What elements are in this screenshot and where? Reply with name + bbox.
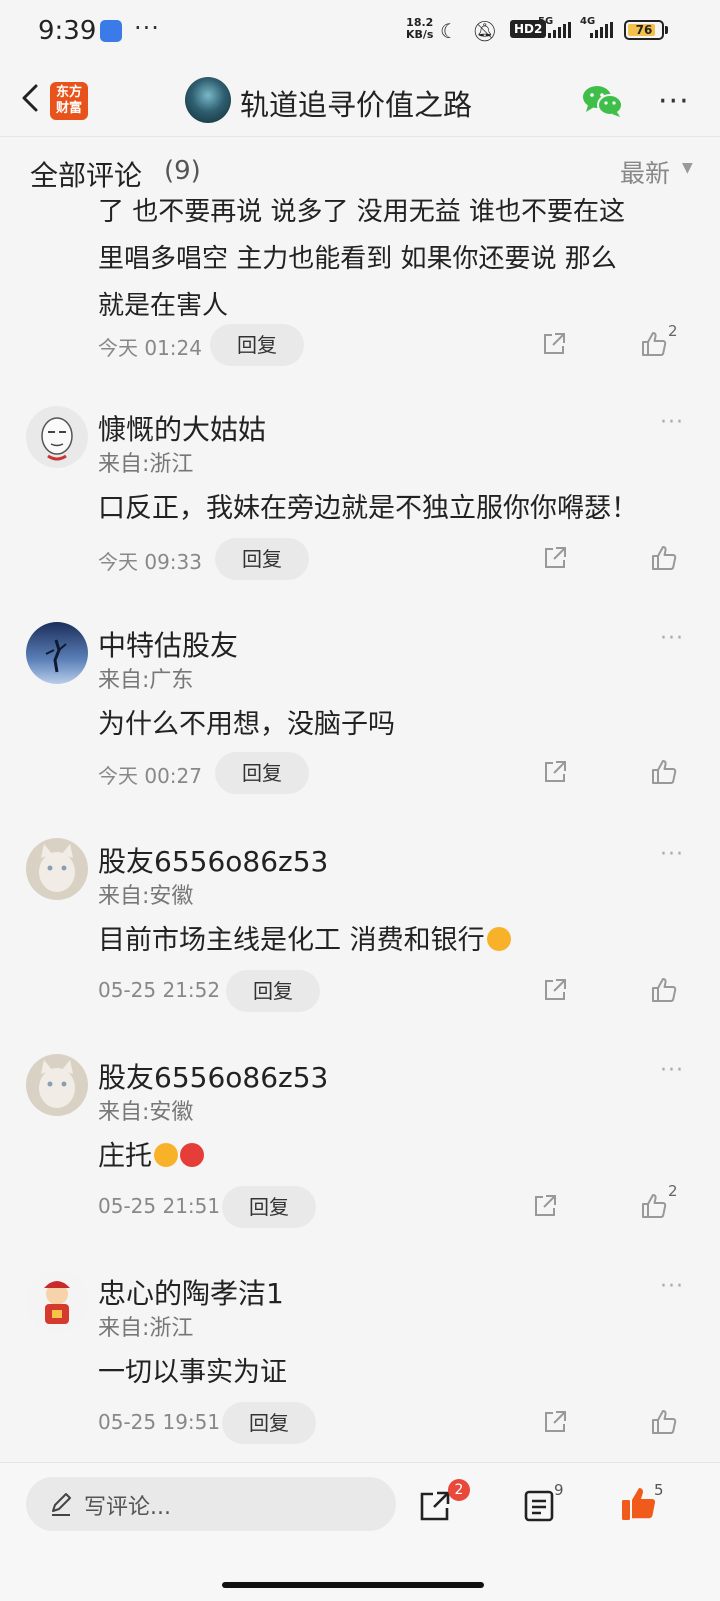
- avatar[interactable]: [26, 1054, 88, 1116]
- reply-button[interactable]: 回复: [215, 538, 309, 580]
- status-bar: 9:39 ··· 18.2 KB/s ☾ 🔕︎ HD2 5G 4G 76: [0, 0, 720, 64]
- sort-dropdown[interactable]: 最新: [620, 154, 670, 190]
- share-icon[interactable]: [541, 1408, 569, 1436]
- more-icon[interactable]: ···: [660, 842, 684, 867]
- like-count: 2: [668, 1182, 678, 1200]
- share-badge: 2: [448, 1479, 470, 1501]
- location: 来自:安徽: [98, 884, 194, 909]
- comment-time: 05-25 21:52: [98, 978, 221, 1002]
- avatar[interactable]: [26, 838, 88, 900]
- chevron-down-icon[interactable]: ▼: [682, 160, 693, 176]
- share-icon[interactable]: [541, 544, 569, 572]
- comment-list: 了 也不要再说 说多了 没用无益 谁也不要在这 里唱多唱空 主力也能看到 如果你…: [0, 186, 720, 1486]
- status-time: 9:39: [38, 16, 97, 46]
- comments-header: 全部评论 (9) 最新 ▼: [0, 138, 720, 196]
- comment-text: 口反正，我妹在旁边就是不独立服你你嘚瑟！: [98, 493, 638, 524]
- reply-button[interactable]: 回复: [222, 1402, 316, 1444]
- share-icon[interactable]: [418, 1489, 452, 1523]
- wechat-icon[interactable]: [582, 84, 624, 118]
- mute-bell-icon: 🔕︎: [472, 19, 498, 43]
- share-icon[interactable]: [541, 976, 569, 1004]
- more-icon[interactable]: ···: [660, 1274, 684, 1299]
- reply-button[interactable]: 回复: [226, 970, 320, 1012]
- pen-icon: [52, 1493, 71, 1516]
- username[interactable]: 股友6556o86z53: [98, 840, 328, 880]
- like-count: 5: [654, 1481, 664, 1499]
- reply-button[interactable]: 回复: [222, 1186, 316, 1228]
- top-nav-bar: 东方 财富 轨道追寻价值之路 ···: [0, 64, 720, 134]
- more-icon[interactable]: ···: [658, 84, 690, 119]
- partial-comment-text: 了 也不要再说 说多了 没用无益 谁也不要在这 里唱多唱空 主力也能看到 如果你…: [98, 197, 626, 321]
- more-icon[interactable]: ···: [660, 410, 684, 435]
- location: 来自:浙江: [98, 452, 194, 477]
- share-icon[interactable]: [531, 1192, 559, 1220]
- notification-app-icon: [100, 20, 122, 42]
- divider: [0, 136, 720, 137]
- like-icon[interactable]: [650, 1408, 678, 1436]
- net-speed: 18.2 KB/s: [406, 16, 434, 41]
- bottom-action-bar: 写评论... 2 9 5: [0, 1462, 720, 1601]
- username[interactable]: 股友6556o86z53: [98, 1056, 328, 1096]
- like-count: 2: [668, 322, 678, 340]
- comment-text: 庄托: [98, 1134, 204, 1173]
- avatar[interactable]: [26, 622, 88, 684]
- comments-count: (9): [164, 156, 201, 186]
- comment-count-badge: 9: [554, 1481, 564, 1499]
- smile-emoji-icon: [154, 1143, 178, 1167]
- moon-icon: ☾: [440, 19, 458, 43]
- username[interactable]: 慷慨的大姑姑: [98, 408, 266, 448]
- comment-text: 为什么不用想，没脑子吗: [98, 709, 395, 740]
- comment-time: 今天 00:27: [98, 764, 202, 788]
- comment-time: 05-25 19:51: [98, 1410, 221, 1434]
- group-avatar[interactable]: [185, 77, 231, 123]
- signal-bars-icon: [590, 22, 616, 38]
- location: 来自:安徽: [98, 1100, 194, 1125]
- smile-emoji-icon: [486, 927, 511, 951]
- comment-text: 一切以事实为证: [98, 1357, 287, 1388]
- like-icon[interactable]: [650, 758, 678, 786]
- home-indicator[interactable]: [222, 1582, 484, 1588]
- location: 来自:广东: [98, 668, 194, 693]
- like-icon[interactable]: [640, 1192, 668, 1220]
- comment-time: 今天 09:33: [98, 550, 202, 574]
- share-icon[interactable]: [540, 330, 568, 358]
- comments-label: 全部评论: [30, 159, 143, 192]
- avatar[interactable]: [26, 1270, 88, 1332]
- angry-emoji-icon: [180, 1143, 204, 1167]
- avatar[interactable]: [26, 406, 88, 468]
- write-comment-input[interactable]: 写评论...: [26, 1477, 396, 1531]
- reply-button[interactable]: 回复: [210, 324, 304, 366]
- comment-text: 目前市场主线是化工 消费和银行: [98, 918, 511, 957]
- signal-bars-icon: [548, 22, 574, 38]
- more-notifications-icon: ···: [134, 14, 160, 42]
- username[interactable]: 中特估股友: [98, 624, 238, 664]
- like-icon[interactable]: [640, 330, 668, 358]
- thumbs-up-icon[interactable]: [620, 1485, 658, 1523]
- app-logo[interactable]: 东方 财富: [50, 82, 88, 120]
- reply-button[interactable]: 回复: [215, 752, 309, 794]
- list-icon[interactable]: [524, 1489, 554, 1523]
- battery-icon: 76: [624, 20, 664, 40]
- more-icon[interactable]: ···: [660, 1058, 684, 1083]
- comment-time: 今天 01:24: [98, 336, 202, 360]
- back-icon[interactable]: [14, 80, 50, 116]
- username[interactable]: 忠心的陶孝洁1: [98, 1272, 284, 1312]
- page-title[interactable]: 轨道追寻价值之路: [240, 82, 472, 124]
- share-icon[interactable]: [541, 758, 569, 786]
- like-icon[interactable]: [650, 976, 678, 1004]
- write-comment-placeholder: 写评论...: [84, 1495, 171, 1520]
- like-icon[interactable]: [650, 544, 678, 572]
- more-icon[interactable]: ···: [660, 626, 684, 651]
- comment-time: 05-25 21:51: [98, 1194, 221, 1218]
- location: 来自:浙江: [98, 1316, 194, 1341]
